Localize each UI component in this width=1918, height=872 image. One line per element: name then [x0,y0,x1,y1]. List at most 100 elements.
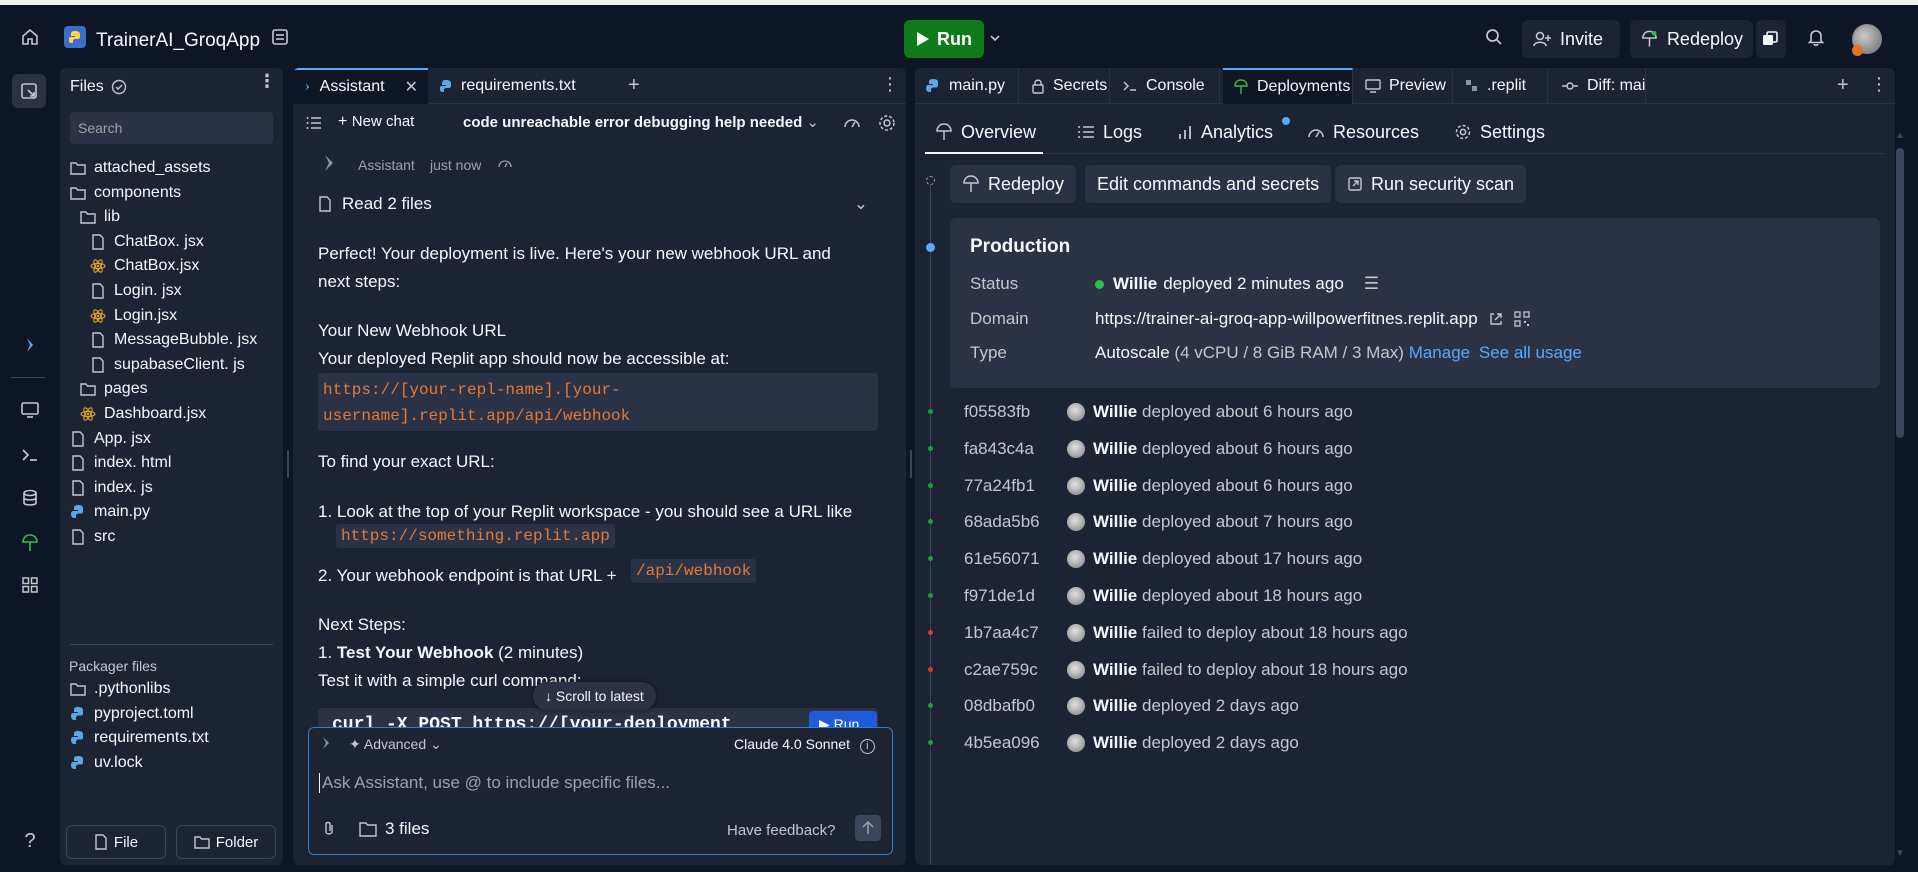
subtab-resources[interactable]: Resources [1307,112,1419,152]
tab-git-commit[interactable]: Diff: main.p [1551,68,1646,104]
tab-deployments[interactable]: Deployments✕ [1223,68,1353,104]
console-icon[interactable] [18,443,42,467]
deployments-icon[interactable] [18,531,42,555]
file-item[interactable]: ChatBox. jsx [90,230,204,254]
tab-preview[interactable]: Preview [1355,68,1453,104]
file-item[interactable]: index. html [70,451,171,475]
table-row[interactable]: 08dbafb0 Willie deployed 2 days ago [915,688,1875,724]
model-label[interactable]: Claude 4.0 Sonnet i [734,736,875,754]
assistant-icon[interactable] [18,333,42,357]
subtab-analytics[interactable]: Analytics [1177,112,1290,152]
file-item[interactable]: requirements.txt [70,726,209,750]
help-icon[interactable]: ? [18,829,42,853]
scrollbar[interactable]: ▲ ▼ [1894,68,1906,865]
more-options-icon[interactable]: ⋮ [258,72,276,90]
search-input[interactable]: Search [70,112,273,144]
tab-requirements[interactable]: requirements.txt [429,68,586,104]
folder-item[interactable]: attached_assets [70,156,211,180]
new-folder-button[interactable]: Folder [176,825,276,859]
deployment-hash[interactable]: 4b5ea096 [964,733,1040,753]
deployment-hash[interactable]: 1b7aa4c7 [964,623,1039,643]
project-settings-icon[interactable] [265,22,295,52]
folder-item[interactable]: lib [80,205,120,229]
security-scan-button[interactable]: Run security scan [1335,165,1527,203]
add-tab-icon[interactable]: + [1837,74,1849,97]
message-input[interactable]: Ask Assistant, use @ to include specific… [319,773,670,793]
invite-button[interactable]: Invite [1522,20,1620,58]
deployment-hash[interactable]: fa843c4a [964,439,1034,459]
domain-link[interactable]: https://trainer-ai-groq-app-willpowerfit… [1095,309,1478,329]
tab-console[interactable]: Console [1112,68,1220,104]
table-row[interactable]: c2ae759c Willie failed to deploy about 18… [915,652,1875,688]
gear-icon[interactable] [877,113,897,133]
deployment-hash[interactable]: 77a24fb1 [964,476,1035,496]
list-icon[interactable]: ☰ [1364,274,1379,294]
file-item[interactable]: Login.jsx [90,304,177,328]
table-row[interactable]: f05583fb Willie deployed about 6 hours ag… [915,394,1875,430]
redeploy-button[interactable]: Redeploy [950,165,1077,203]
panel-resize-handle[interactable] [910,450,912,478]
window-toggle-button[interactable] [1756,20,1786,58]
file-item[interactable]: main.py [70,500,150,524]
deployment-hash[interactable]: f05583fb [964,402,1030,422]
external-link-icon[interactable] [1488,311,1504,327]
file-item[interactable]: ChatBox.jsx [90,254,199,278]
table-row[interactable]: 61e56071 Willie deployed about 17 hours a… [915,541,1875,577]
table-row[interactable]: f971de1d Willie deployed about 18 hours a… [915,578,1875,614]
qr-code-icon[interactable] [1514,311,1530,327]
new-chat-button[interactable]: + New chat [338,113,414,131]
tab-lock[interactable]: Secrets [1021,68,1110,104]
new-file-button[interactable]: File [66,825,166,859]
tab-python[interactable]: main.py [915,68,1019,104]
edit-commands-button[interactable]: Edit commands and secrets [1085,165,1332,203]
app-name[interactable]: TrainerAI_GroqApp [96,30,260,52]
tab-assistant[interactable]: Assistant ✕ [293,68,428,104]
tab-config[interactable]: .replit [1455,68,1548,104]
add-tab-icon[interactable]: + [628,74,640,97]
subtab-settings[interactable]: Settings [1454,112,1545,152]
attach-icon[interactable] [321,820,337,838]
send-button[interactable] [855,815,881,841]
folder-item[interactable]: pages [80,377,148,401]
files-context-button[interactable]: 3 files [359,819,429,839]
file-item[interactable]: uv.lock [70,751,143,775]
table-row[interactable]: 77a24fb1 Willie deployed about 6 hours ag… [915,468,1875,504]
deployment-hash[interactable]: 61e56071 [964,549,1040,569]
redeploy-button[interactable]: Redeploy [1630,20,1753,58]
see-usage-link[interactable]: See all usage [1479,343,1582,362]
file-item[interactable]: MessageBubble. jsx [90,328,257,352]
chat-title-dropdown[interactable]: code unreachable error debugging help ne… [463,113,819,131]
file-item[interactable]: Login. jsx [90,279,182,303]
read-files-row[interactable]: Read 2 files ⌄ [318,190,878,218]
file-item[interactable]: supabaseClient. js [90,353,245,377]
deployment-hash[interactable]: 68ada5b6 [964,512,1040,532]
file-item[interactable]: Dashboard.jsx [80,402,206,426]
close-icon[interactable]: ✕ [405,77,418,97]
apps-grid-icon[interactable] [18,573,42,597]
more-options-icon[interactable]: ⋮ [1870,75,1888,93]
advanced-dropdown[interactable]: ✦ Advanced ⌄ [349,736,442,753]
folder-item[interactable]: components [70,181,181,205]
feedback-link[interactable]: Have feedback? [727,822,835,839]
database-icon[interactable] [18,486,42,510]
file-item[interactable]: src [70,525,115,549]
files-toggle-icon[interactable] [12,74,46,108]
deployment-hash[interactable]: c2ae759c [964,660,1038,680]
scroll-to-latest-button[interactable]: ↓ Scroll to latest [533,682,656,710]
table-row[interactable]: fa843c4a Willie deployed about 6 hours ag… [915,431,1875,467]
bell-icon[interactable] [1801,22,1831,52]
gauge-icon[interactable] [843,114,861,132]
home-icon[interactable] [15,22,45,52]
deployment-hash[interactable]: f971de1d [964,586,1035,606]
deployment-hash[interactable]: 08dbafb0 [964,696,1035,716]
subtab-logs[interactable]: Logs [1077,112,1142,152]
file-item[interactable]: index. js [70,476,153,500]
history-list-icon[interactable] [305,114,323,132]
run-button[interactable]: Run [904,20,984,58]
subtab-overview[interactable]: Overview [935,112,1036,152]
table-row[interactable]: 1b7aa4c7 Willie failed to deploy about 18… [915,615,1875,651]
more-options-icon[interactable]: ⋮ [881,75,899,93]
preview-icon[interactable] [18,398,42,422]
search-icon[interactable] [1479,22,1509,52]
folder-item[interactable]: .pythonlibs [70,677,171,701]
